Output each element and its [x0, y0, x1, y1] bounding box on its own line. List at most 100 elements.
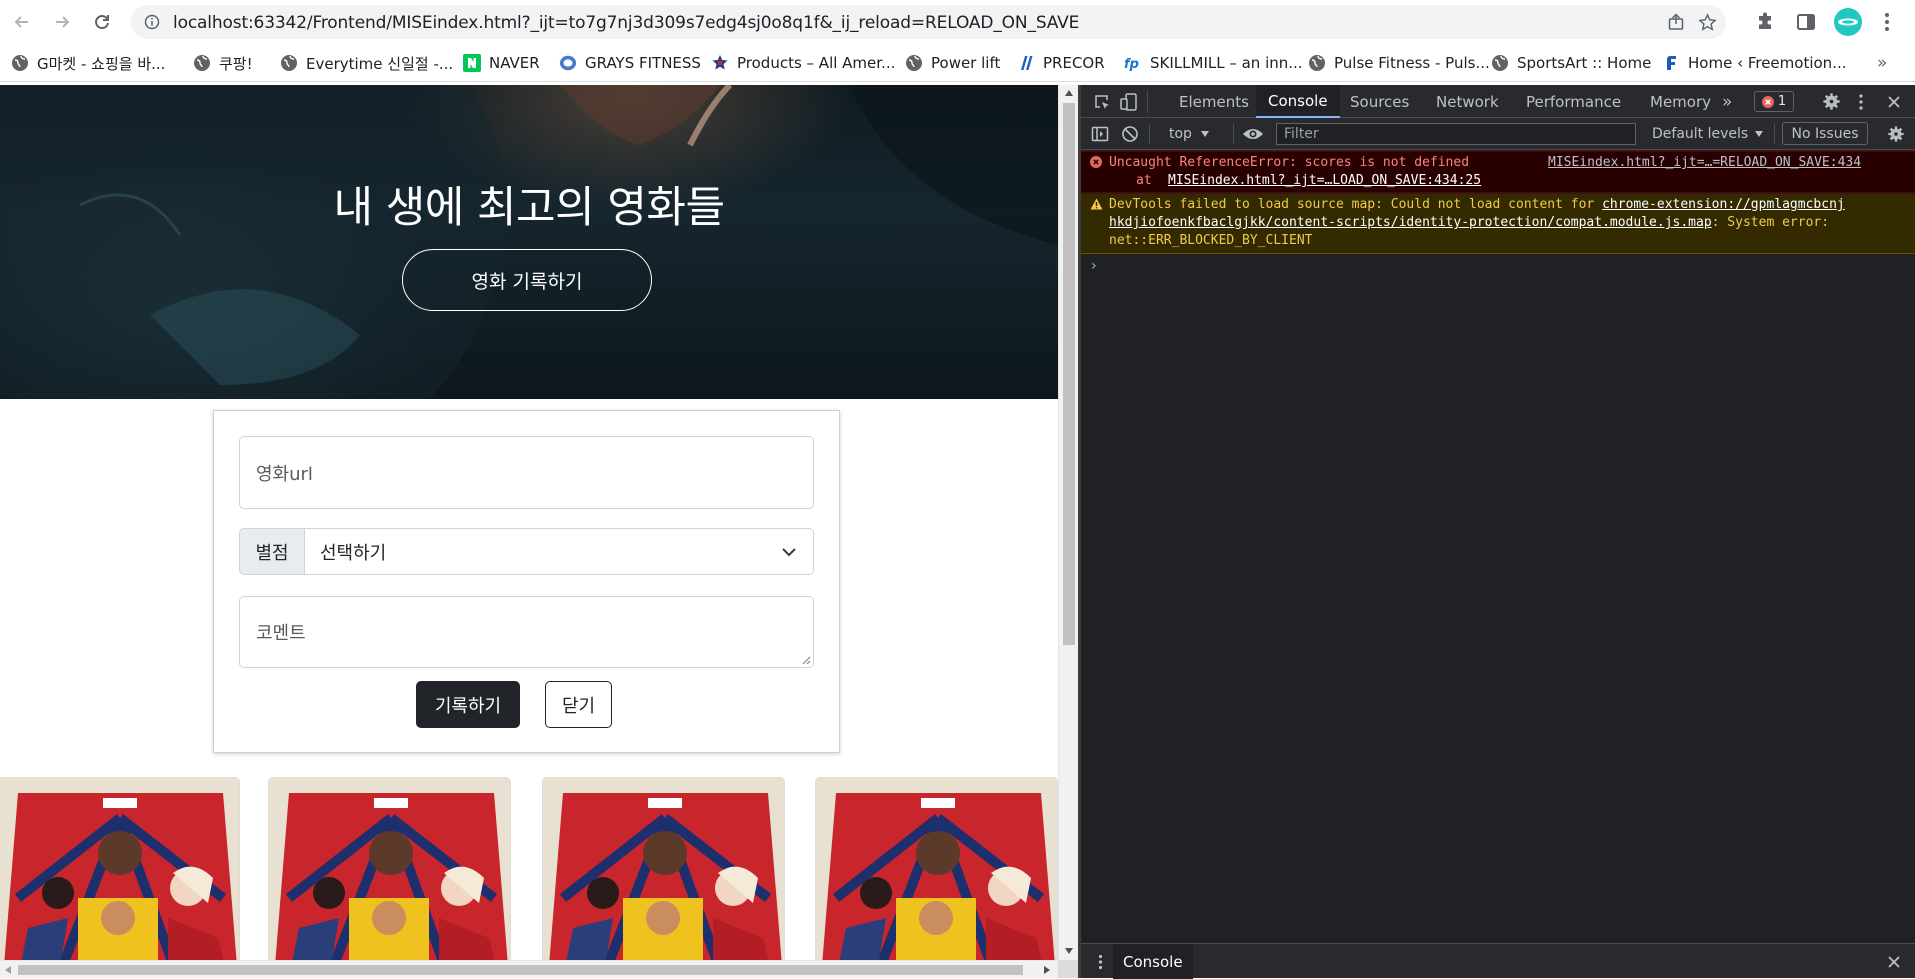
bookmark-label: SKILLMILL – an inn... — [1150, 54, 1303, 72]
grays-icon — [559, 54, 577, 72]
browser-menu-icon[interactable] — [1884, 12, 1890, 32]
extensions-puzzle-icon[interactable] — [1755, 12, 1775, 32]
console-filter-input[interactable]: Filter — [1276, 123, 1636, 145]
error-count-badge[interactable]: 1 — [1754, 91, 1794, 112]
bookmark-label: Home ‹ Freemotion... — [1688, 54, 1847, 72]
bookmark-everytime[interactable]: Everytime 신일절 -... — [280, 52, 453, 74]
warning-suffix: : System error: — [1711, 215, 1830, 230]
devtools-panel: Elements Console Sources Network Perform… — [1081, 85, 1915, 979]
scroll-down-icon[interactable] — [1064, 947, 1074, 955]
scroll-left-icon[interactable] — [4, 965, 12, 975]
bookmark-grays[interactable]: GRAYS FITNESS — [559, 52, 701, 74]
device-toolbar-icon[interactable] — [1120, 92, 1138, 112]
horizontal-scrollbar-thumb[interactable] — [18, 965, 1023, 975]
devtools-drawer: Console — [1081, 943, 1915, 979]
devtools-menu-icon[interactable] — [1858, 93, 1864, 111]
close-drawer-icon[interactable] — [1887, 955, 1901, 969]
toolbar-separator — [1149, 124, 1150, 144]
close-form-button[interactable]: 닫기 — [545, 681, 612, 728]
drawer-menu-icon[interactable] — [1098, 954, 1103, 970]
vertical-scrollbar[interactable] — [1058, 85, 1078, 960]
scroll-right-icon[interactable] — [1043, 965, 1051, 975]
stack-trace-link[interactable]: MISEindex.html?_ijt=…LOAD_ON_SAVE:434:25 — [1168, 173, 1481, 188]
log-levels-dropdown[interactable]: Default levels — [1652, 124, 1764, 144]
bookmark-label: SportsArt :: Home — [1517, 54, 1652, 72]
scrollbar-corner — [1058, 960, 1078, 978]
error-count: 1 — [1777, 94, 1787, 109]
movie-card[interactable] — [815, 777, 1058, 960]
back-arrow-icon — [14, 16, 28, 28]
bookmark-gmarket[interactable]: G마켓 - 쇼핑을 바... — [11, 52, 165, 74]
movie-card[interactable] — [542, 777, 785, 960]
warning-line-1: DevTools failed to load source map: Coul… — [1109, 197, 1845, 212]
warning-error-code: net::ERR_BLOCKED_BY_CLIENT — [1109, 233, 1313, 248]
scroll-up-icon[interactable] — [1064, 89, 1074, 97]
bookmark-label: Everytime 신일절 -... — [306, 54, 454, 73]
tab-performance[interactable]: Performance — [1514, 85, 1633, 118]
warning-icon — [1090, 198, 1103, 210]
drawer-tab-console[interactable]: Console — [1113, 944, 1193, 979]
bookmark-sportsart[interactable]: SportsArt :: Home — [1491, 52, 1651, 74]
resize-grip-icon[interactable] — [801, 655, 811, 665]
inspect-element-icon[interactable] — [1093, 93, 1111, 111]
tab-network[interactable]: Network — [1424, 85, 1511, 118]
fp-icon: fp — [1124, 54, 1142, 72]
warning-link-part2[interactable]: hkdjiofoenkfbaclgjkk/content-scripts/ide… — [1109, 215, 1712, 230]
address-bar[interactable]: localhost:63342/Frontend/MISEindex.html?… — [131, 5, 1726, 39]
bookmark-powerlift[interactable]: Power lift — [905, 52, 1000, 74]
save-record-button[interactable]: 기록하기 — [416, 681, 520, 728]
bookmark-label: Power lift — [931, 54, 1001, 72]
toolbar-separator — [1774, 124, 1775, 144]
forward-arrow-icon — [56, 16, 70, 28]
side-panel-icon[interactable] — [1796, 12, 1816, 32]
error-icon — [1090, 156, 1102, 168]
error-text: Uncaught ReferenceError: scores is not d… — [1109, 155, 1470, 170]
more-tabs-button[interactable]: » — [1710, 85, 1744, 118]
warning-link-part1[interactable]: chrome-extension://gpmlagmcbcnj — [1602, 197, 1845, 212]
bookmark-freemotion[interactable]: Home ‹ Freemotion... — [1662, 52, 1847, 74]
reload-button[interactable] — [85, 5, 119, 39]
chevron-down-icon — [782, 548, 796, 557]
bookmark-coupang[interactable]: 쿠팡! — [193, 52, 253, 74]
comment-textarea[interactable]: 코멘트 — [239, 596, 814, 668]
browser-toolbar: localhost:63342/Frontend/MISEindex.html?… — [0, 0, 1915, 44]
bookmark-star-icon[interactable] — [1698, 13, 1717, 32]
movie-card[interactable] — [0, 777, 240, 960]
error-source-link[interactable]: MISEindex.html?_ijt=…=RELOAD_ON_SAVE:434 — [1548, 155, 1861, 170]
vertical-scrollbar-thumb[interactable] — [1063, 103, 1075, 645]
issues-button[interactable]: No Issues — [1782, 122, 1868, 145]
console-settings-gear-icon[interactable] — [1887, 125, 1905, 143]
share-icon[interactable] — [1667, 13, 1685, 31]
tab-elements[interactable]: Elements — [1167, 85, 1261, 118]
context-selector[interactable]: top — [1169, 124, 1210, 144]
tab-sources[interactable]: Sources — [1338, 85, 1421, 118]
movie-card[interactable] — [268, 777, 511, 960]
tab-console[interactable]: Console — [1256, 85, 1340, 118]
info-icon[interactable] — [144, 14, 160, 30]
horizontal-scrollbar[interactable] — [0, 960, 1058, 978]
close-devtools-icon[interactable] — [1887, 95, 1901, 109]
freemotion-icon — [1662, 54, 1680, 72]
clear-console-icon[interactable] — [1121, 125, 1139, 143]
svg-text:fp: fp — [1124, 57, 1139, 72]
bookmark-products[interactable]: Products – All Amer... — [711, 52, 895, 74]
back-button[interactable] — [5, 5, 39, 39]
more-bookmarks-button[interactable]: » — [1877, 52, 1887, 74]
settings-gear-icon[interactable] — [1822, 92, 1841, 111]
forward-button[interactable] — [45, 5, 79, 39]
movie-url-input[interactable]: 영화url — [239, 436, 814, 509]
bookmark-skillmill[interactable]: fp SKILLMILL – an inn... — [1124, 52, 1303, 74]
bookmark-pulse[interactable]: Pulse Fitness - Puls... — [1308, 52, 1490, 74]
stack-prefix: at — [1136, 173, 1152, 188]
globe-icon — [193, 54, 211, 72]
rating-select[interactable]: 선택하기 — [305, 528, 814, 575]
profile-avatar[interactable] — [1834, 8, 1862, 36]
bookmark-naver[interactable]: NAVER — [463, 52, 540, 74]
console-prompt[interactable]: › — [1091, 258, 1097, 274]
record-movie-button[interactable]: 영화 기록하기 — [402, 249, 652, 311]
live-expression-eye-icon[interactable] — [1242, 126, 1264, 142]
sidebar-toggle-icon[interactable] — [1091, 125, 1109, 143]
bookmark-label: PRECOR — [1043, 54, 1105, 72]
bookmark-precor[interactable]: PRECOR — [1017, 52, 1105, 74]
movie-poster-image — [816, 778, 1057, 960]
